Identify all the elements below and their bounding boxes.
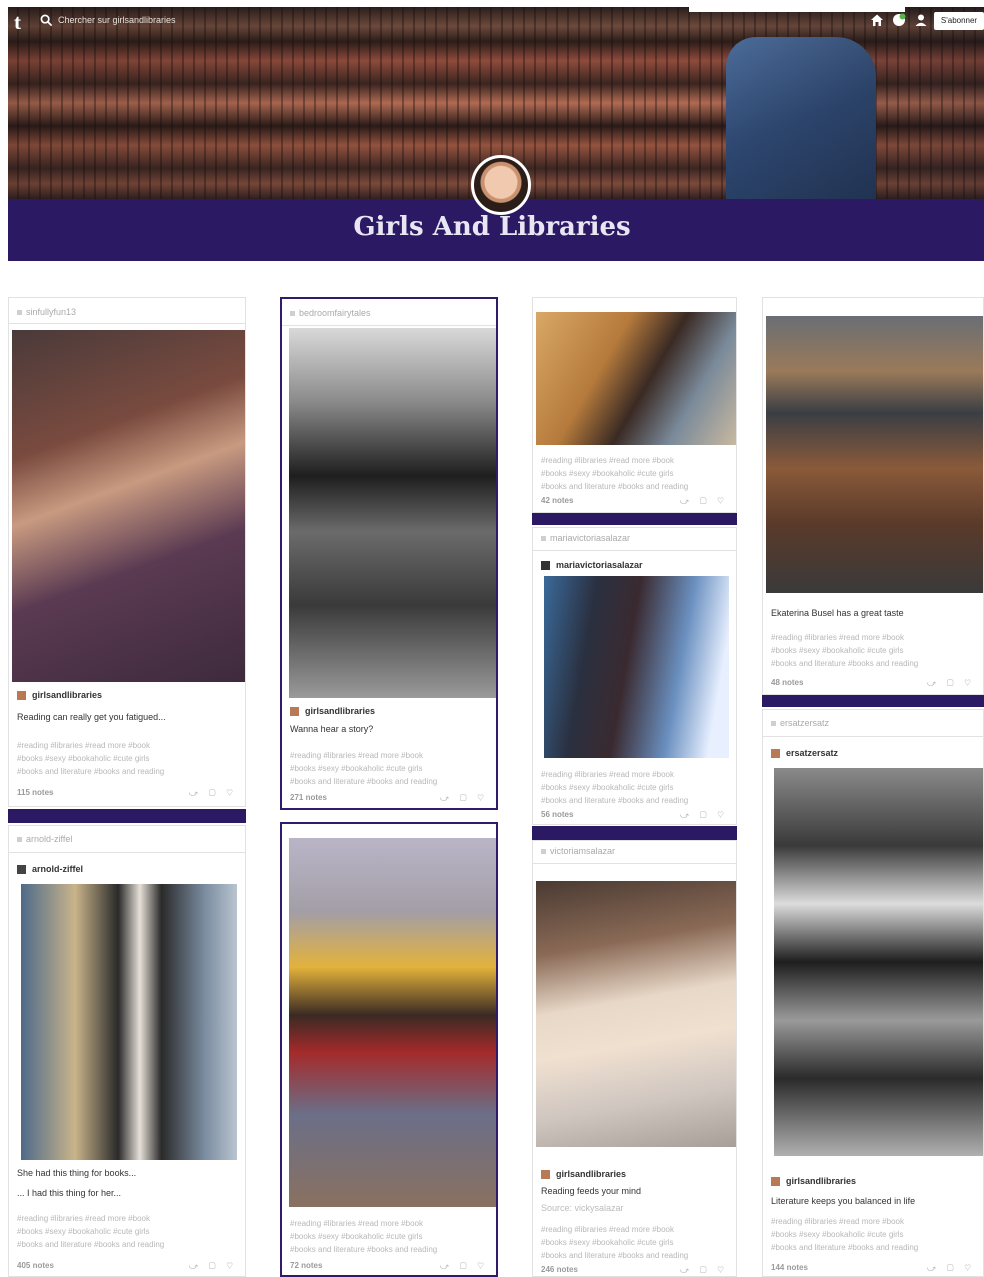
post-photo[interactable] <box>774 768 983 1156</box>
post-photo[interactable] <box>536 312 736 445</box>
tumblr-logo[interactable]: t <box>14 10 21 35</box>
post-card: arnold-ziffel arnold-ziffel She had this… <box>8 825 246 1277</box>
account-icon[interactable] <box>914 13 928 27</box>
post-source[interactable]: sinfullyfun13 <box>17 307 76 317</box>
post-source[interactable]: bedroomfairytales <box>290 308 371 318</box>
post-author[interactable]: mariavictoriasalazar <box>541 560 643 571</box>
post-actions[interactable]: ⤻ ▢ ♡ <box>680 1265 728 1276</box>
post-actions[interactable]: ⤻ ▢ ♡ <box>927 678 975 689</box>
post-caption: Ekaterina Busel has a great taste <box>771 608 904 618</box>
badge-icon[interactable] <box>892 13 906 27</box>
post-source[interactable]: ersatzersatz <box>771 718 829 728</box>
post-notes[interactable]: 48 notes <box>771 678 803 687</box>
post-card: Ekaterina Busel has a great taste #readi… <box>762 297 984 695</box>
post-actions[interactable]: ⤻ ▢ ♡ <box>189 788 237 799</box>
post-notes[interactable]: 115 notes <box>17 788 53 797</box>
post-author[interactable]: girlsandlibraries <box>17 690 102 701</box>
post-card: #reading #libraries #read more #book #boo… <box>532 297 737 513</box>
post-author[interactable]: arnold-ziffel <box>17 864 83 875</box>
search-icon[interactable] <box>40 14 53 27</box>
post-reblog-author[interactable]: girlsandlibraries <box>771 1176 856 1187</box>
post-photo[interactable] <box>12 330 245 682</box>
post-caption: Reading feeds your mind <box>541 1186 642 1196</box>
post-notes[interactable]: 246 notes <box>541 1265 578 1274</box>
post-author[interactable]: ersatzersatz <box>771 748 838 759</box>
post-tags[interactable]: #reading #libraries #read more #book #boo… <box>17 739 164 778</box>
post-card: ersatzersatz ersatzersatz girlsandlibrar… <box>762 709 984 1277</box>
post-card: victoriamsalazar girlsandlibraries Readi… <box>532 840 737 1277</box>
post-photo[interactable] <box>766 316 983 593</box>
post-caption: She had this thing for books... <box>17 1168 137 1178</box>
post-actions[interactable]: ⤻ ▢ ♡ <box>189 1261 237 1272</box>
post-actions[interactable]: ⤻ ▢ ♡ <box>927 1263 975 1274</box>
post-caption: Literature keeps you balanced in life <box>771 1196 916 1206</box>
post-photo[interactable] <box>544 576 729 758</box>
post-photo[interactable] <box>21 884 237 1160</box>
post-card: #reading #libraries #read more #book #boo… <box>280 822 498 1277</box>
home-icon[interactable] <box>870 13 884 27</box>
post-tags[interactable]: #reading #libraries #read more #book #boo… <box>541 454 688 493</box>
post-source[interactable]: victoriamsalazar <box>541 846 615 856</box>
post-notes[interactable]: 42 notes <box>541 496 573 505</box>
post-photo[interactable] <box>289 328 496 698</box>
post-caption-line2: ... I had this thing for her... <box>17 1188 122 1198</box>
top-bar: t Chercher sur girlsandlibraries S'abonn… <box>8 7 984 35</box>
post-caption: Reading can really get you fatigued... <box>17 712 166 722</box>
post-tags[interactable]: #reading #libraries #read more #book #boo… <box>290 1217 437 1256</box>
post-photo[interactable] <box>289 838 496 1207</box>
post-card: mariavictoriasalazar mariavictoriasalaza… <box>532 527 737 825</box>
post-card: bedroomfairytales girlsandlibraries Wann… <box>280 297 498 810</box>
blog-title: Girls And Libraries <box>353 212 631 242</box>
post-author[interactable]: girlsandlibraries <box>541 1169 626 1180</box>
post-notes[interactable]: 405 notes <box>17 1261 54 1270</box>
post-notes[interactable]: 56 notes <box>541 810 573 819</box>
post-source[interactable]: mariavictoriasalazar <box>541 533 630 543</box>
post-notes[interactable]: 144 notes <box>771 1263 808 1272</box>
post-source[interactable]: arnold-ziffel <box>17 834 72 844</box>
post-tags[interactable]: #reading #libraries #read more #book #boo… <box>541 1223 688 1262</box>
post-actions[interactable]: ⤻ ▢ ♡ <box>680 810 728 821</box>
post-tags[interactable]: #reading #libraries #read more #book #boo… <box>541 768 688 807</box>
post-actions[interactable]: ⤻ ▢ ♡ <box>440 793 488 804</box>
post-actions[interactable]: ⤻ ▢ ♡ <box>680 496 728 507</box>
post-source-credit[interactable]: Source: vickysalazar <box>541 1203 624 1213</box>
subscribe-button[interactable]: S'abonner <box>934 12 984 30</box>
post-card: sinfullyfun13 girlsandlibraries Reading … <box>8 297 246 807</box>
post-actions[interactable]: ⤻ ▢ ♡ <box>440 1261 488 1272</box>
post-notes[interactable]: 72 notes <box>290 1261 322 1270</box>
blog-avatar[interactable] <box>471 155 531 215</box>
post-tags[interactable]: #reading #libraries #read more #book #boo… <box>17 1212 164 1251</box>
search-input[interactable]: Chercher sur girlsandlibraries <box>58 15 176 25</box>
post-tags[interactable]: #reading #libraries #read more #book #boo… <box>290 749 437 788</box>
post-notes[interactable]: 271 notes <box>290 793 327 802</box>
post-tags[interactable]: #reading #libraries #read more #book #boo… <box>771 631 918 670</box>
post-author[interactable]: girlsandlibraries <box>290 706 375 717</box>
post-tags[interactable]: #reading #libraries #read more #book #boo… <box>771 1215 918 1254</box>
post-caption: Wanna hear a story? <box>290 724 374 734</box>
post-photo[interactable] <box>536 881 736 1147</box>
